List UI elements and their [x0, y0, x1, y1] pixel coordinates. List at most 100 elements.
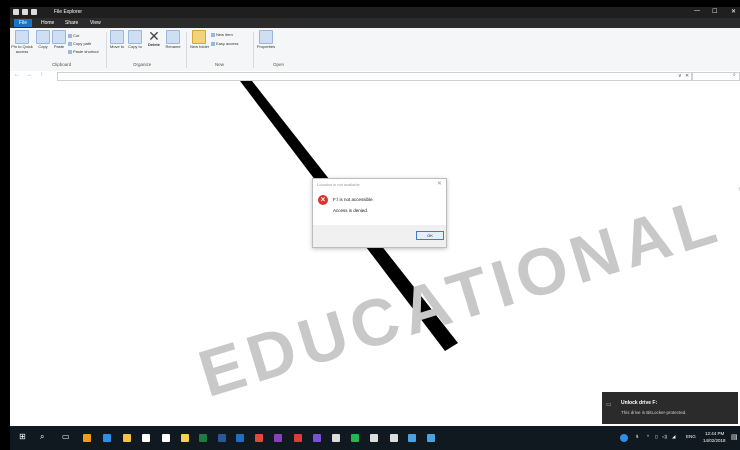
ribbon-tabs: File Home Share View: [10, 18, 740, 28]
copy-icon: [36, 30, 50, 44]
spotify-icon[interactable]: [351, 434, 359, 442]
action-center-icon[interactable]: ▤: [731, 433, 738, 441]
move-to-icon: [110, 30, 124, 44]
taskbar: ⊞ ⌕ ▭ ꝸ ^ ▯ ◁) ◢ ENG 12:44 PM 14/02/2018 ▤: [10, 426, 740, 450]
clock-time[interactable]: 12:44 PM: [705, 431, 724, 436]
group-divider: [186, 32, 187, 68]
paste-button[interactable]: Paste: [52, 30, 66, 50]
store-icon[interactable]: [142, 434, 150, 442]
rename-icon: [166, 30, 180, 44]
screen: File Explorer — ☐ ✕ File Home Share View…: [10, 7, 740, 450]
task-view-icon[interactable]: ▭: [62, 432, 70, 442]
battery-icon[interactable]: ▯: [655, 434, 657, 440]
paint-icon[interactable]: [427, 434, 435, 442]
people-icon[interactable]: ꝸ: [636, 434, 638, 440]
up-button[interactable]: ↑: [40, 72, 43, 78]
copy-path-icon: [68, 41, 72, 46]
tab-file[interactable]: File: [14, 19, 33, 27]
group-label-clipboard: Clipboard: [52, 62, 72, 67]
paste-shortcut-icon: [68, 49, 72, 54]
close-button[interactable]: ✕: [731, 8, 736, 15]
start-icon[interactable]: ⊞: [19, 432, 26, 442]
chevron-down-icon[interactable]: ∨: [678, 73, 682, 79]
folder-icon[interactable]: [13, 9, 19, 15]
new-folder-button[interactable]: New folder: [190, 30, 209, 50]
group-divider: [253, 32, 254, 68]
title-bar: File Explorer — ☐ ✕: [10, 7, 740, 18]
error-dialog: Location is not available ✕ × F:\ is not…: [312, 178, 447, 248]
settings-icon[interactable]: [390, 434, 398, 442]
move-to-button[interactable]: Move to: [110, 30, 124, 50]
tab-home[interactable]: Home: [36, 19, 59, 27]
new-item-button[interactable]: New item: [211, 32, 233, 37]
forward-button[interactable]: →: [26, 72, 32, 78]
error-icon: ×: [318, 195, 328, 205]
sticky-notes-icon[interactable]: [181, 434, 189, 442]
dialog-message: F:\ is not accessible.: [333, 197, 374, 202]
rename-button[interactable]: Rename: [164, 30, 182, 50]
file-explorer-icon[interactable]: [123, 434, 131, 442]
properties-button[interactable]: Properties: [256, 30, 276, 50]
word-icon[interactable]: [218, 434, 226, 442]
address-bar[interactable]: ∨ ✕: [57, 72, 692, 81]
acrobat-icon[interactable]: [294, 434, 302, 442]
dialog-detail: Access is denied.: [333, 208, 369, 213]
save-icon[interactable]: [22, 9, 28, 15]
pin-quick-access-button[interactable]: Pin to Quick access: [10, 30, 34, 54]
mail-icon[interactable]: [162, 434, 170, 442]
easy-access-button[interactable]: Easy access: [211, 41, 238, 46]
copy-to-button[interactable]: Copy to: [128, 30, 142, 50]
new-item-icon: [211, 32, 215, 37]
onenote-icon[interactable]: [274, 434, 282, 442]
tab-share[interactable]: Share: [60, 19, 83, 27]
chrome-icon[interactable]: [255, 434, 263, 442]
edge-icon[interactable]: [103, 434, 111, 442]
delete-button[interactable]: ✕ Delete: [145, 29, 163, 48]
minimize-button[interactable]: —: [694, 8, 700, 14]
help-icon[interactable]: [620, 434, 628, 442]
folder-icon[interactable]: [31, 9, 37, 15]
group-label-open: Open: [273, 62, 285, 67]
search-icon: ⌕: [733, 72, 736, 78]
ok-button[interactable]: OK: [416, 231, 444, 240]
drive-icon: ▭: [606, 402, 612, 408]
group-label-organize: Organize: [133, 62, 152, 67]
easy-access-icon: [211, 41, 215, 46]
paste-shortcut-button[interactable]: Paste shortcut: [68, 49, 99, 54]
back-button[interactable]: ←: [14, 72, 20, 78]
volume-icon[interactable]: ◁): [662, 434, 667, 440]
photos-icon[interactable]: [370, 434, 378, 442]
ribbon: Pin to Quick access Copy Paste Cut Copy …: [10, 28, 740, 72]
maximize-button[interactable]: ☐: [712, 8, 717, 15]
paste-icon: [52, 30, 66, 44]
copy-to-icon: [128, 30, 142, 44]
tab-view[interactable]: View: [85, 19, 106, 27]
search-input[interactable]: ⌕: [692, 72, 740, 81]
group-label-new: New: [215, 62, 225, 67]
window-title: File Explorer: [54, 9, 83, 15]
toast-body: This drive is BitLocker-protected.: [621, 410, 687, 415]
properties-icon: [259, 30, 273, 44]
cut-icon: [68, 33, 72, 38]
wifi-icon[interactable]: ◢: [672, 434, 675, 440]
cut-button[interactable]: Cut: [68, 33, 79, 38]
toast-title: Unlock drive F:: [621, 400, 658, 406]
new-folder-icon: [192, 30, 206, 44]
premiere-icon[interactable]: [313, 434, 321, 442]
vlc-icon[interactable]: [83, 434, 91, 442]
clock-date[interactable]: 14/02/2018: [703, 438, 726, 443]
outlook-icon[interactable]: [236, 434, 244, 442]
copy-path-button[interactable]: Copy path: [68, 41, 91, 46]
chevron-up-icon[interactable]: ^: [647, 434, 649, 439]
language-indicator[interactable]: ENG: [686, 434, 696, 439]
group-divider: [106, 32, 107, 68]
copy-button[interactable]: Copy: [36, 30, 50, 50]
keyboard-icon[interactable]: [408, 434, 416, 442]
clear-icon[interactable]: ✕: [685, 73, 689, 79]
search-icon[interactable]: ⌕: [40, 432, 44, 442]
excel-icon[interactable]: [199, 434, 207, 442]
content-pane: EDUCATIONAL PRIVACY Location is not avai…: [10, 78, 740, 429]
calculator-icon[interactable]: [332, 434, 340, 442]
close-icon[interactable]: ✕: [437, 180, 442, 187]
notification-toast[interactable]: ▭ Unlock drive F: This drive is BitLocke…: [602, 392, 738, 424]
